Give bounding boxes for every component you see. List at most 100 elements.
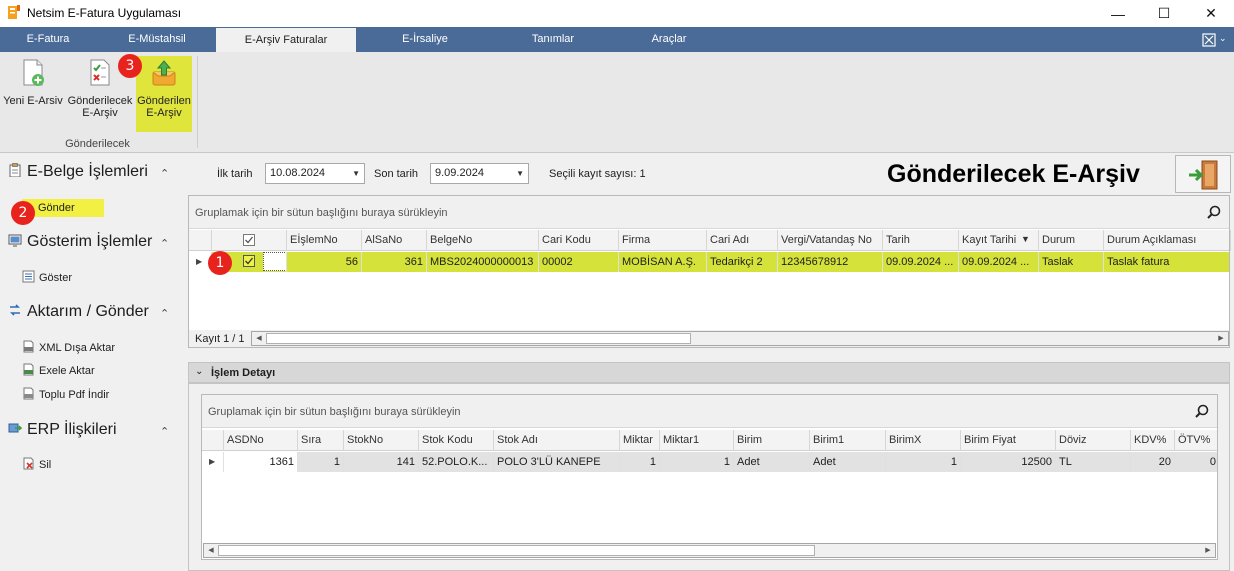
tab-e-arsiv-faturalar[interactable]: E-Arşiv Faturalar xyxy=(216,28,356,52)
column-header[interactable]: Vergi/Vatandaş No xyxy=(778,230,883,251)
group-hint-text: Gruplamak için bir sütun başlığını buray… xyxy=(208,406,461,418)
section-erp-iliskileri[interactable]: ERP İlişkileri xyxy=(8,421,117,439)
step-badge-3: 3 xyxy=(118,54,142,78)
grid-footer: Kayıt 1 / 1 ◀ ▶ xyxy=(189,330,1229,347)
gonderilen-e-arsiv-button[interactable]: Gönderilen E-Arşiv xyxy=(136,56,192,132)
end-date-field[interactable]: 9.09.2024 ▼ xyxy=(430,163,529,184)
dropdown-arrow-icon[interactable]: ▼ xyxy=(352,164,360,183)
exit-button[interactable] xyxy=(1175,155,1231,193)
column-header[interactable]: Cari Adı xyxy=(707,230,778,251)
horizontal-scrollbar[interactable]: ◀ ▶ xyxy=(251,331,1229,346)
column-header[interactable]: Birim xyxy=(734,430,810,451)
search-icon[interactable] xyxy=(1195,404,1209,418)
collapse-icon[interactable]: ⌃ xyxy=(160,167,169,180)
section-gosterim-islemler[interactable]: Gösterim İşlemler xyxy=(8,233,152,251)
section-e-belge-islemleri[interactable]: E-Belge İşlemleri xyxy=(8,163,148,181)
chevron-down-icon[interactable]: ⌄ xyxy=(1219,33,1227,44)
dropdown-arrow-icon[interactable]: ▼ xyxy=(516,164,524,183)
column-header[interactable]: Sıra xyxy=(298,430,344,451)
column-header[interactable]: Durum xyxy=(1039,230,1104,251)
column-header[interactable]: Birim1 xyxy=(810,430,886,451)
tab-araclar[interactable]: Araçlar xyxy=(614,27,724,52)
collapse-icon[interactable]: ⌃ xyxy=(160,237,169,250)
yeni-e-arsiv-button[interactable]: Yeni E-Arsiv xyxy=(2,56,64,112)
close-button[interactable]: ✕ xyxy=(1188,0,1234,27)
column-header[interactable]: KDV% xyxy=(1131,430,1175,451)
cell-doviz: TL xyxy=(1056,452,1131,472)
column-header[interactable]: BirimX xyxy=(886,430,961,451)
horizontal-scrollbar[interactable]: ◀ ▶ xyxy=(203,543,1216,558)
cell-firma: MOBİSAN A.Ş. xyxy=(619,252,707,272)
display-icon xyxy=(8,234,22,247)
ribbon-options-icon[interactable] xyxy=(1202,33,1216,47)
column-header[interactable]: StokNo xyxy=(344,430,419,451)
group-hint-text: Gruplamak için bir sütun başlığını buray… xyxy=(195,207,448,219)
collapse-detail-icon[interactable]: ⌄ xyxy=(195,366,203,377)
sidebar-item-label: Exele Aktar xyxy=(39,365,95,377)
sidebar-item-label: Toplu Pdf İndir xyxy=(39,389,110,401)
column-header[interactable]: Miktar1 xyxy=(660,430,734,451)
sidebar-item-toplu-pdf-indir[interactable]: Toplu Pdf İndir xyxy=(22,386,109,404)
column-header[interactable]: Stok Kodu xyxy=(419,430,494,451)
scroll-thumb[interactable] xyxy=(218,545,815,556)
select-all-header[interactable] xyxy=(212,230,287,251)
column-header[interactable]: Firma xyxy=(619,230,707,251)
table-row[interactable]: ▶ 56 361 MBS2024000000013 00002 MOBİSAN … xyxy=(189,252,1229,272)
erp-link-icon xyxy=(8,423,22,433)
tab-e-mustahsil[interactable]: E-Müstahsil xyxy=(98,27,216,52)
page-title: Gönderilecek E-Arşiv xyxy=(887,160,1140,188)
step-badge-2: 2 xyxy=(11,201,35,225)
table-row[interactable]: ▶ 1361 1 141 52.POLO.K... POLO 3'LÜ KANE… xyxy=(202,452,1217,472)
collapse-icon[interactable]: ⌃ xyxy=(160,425,169,438)
scroll-left-icon[interactable]: ◀ xyxy=(252,332,266,345)
column-header[interactable]: Tarih xyxy=(883,230,959,251)
section-aktarim-gonder[interactable]: Aktarım / Gönder xyxy=(8,303,149,321)
detail-header[interactable]: ⌄ İşlem Detayı xyxy=(188,362,1230,383)
tab-tanimlar[interactable]: Tanımlar xyxy=(494,27,612,52)
tab-e-fatura[interactable]: E-Fatura xyxy=(0,27,96,52)
sidebar-item-exele-aktar[interactable]: Exele Aktar xyxy=(22,362,95,380)
cell-durum-aciklamasi: Taslak fatura xyxy=(1107,256,1170,268)
column-header[interactable]: EİşlemNo xyxy=(287,230,362,251)
column-header[interactable]: Miktar xyxy=(620,430,660,451)
cell-stokno: 141 xyxy=(344,452,419,472)
group-by-area[interactable]: Gruplamak için bir sütun başlığını buray… xyxy=(189,196,1229,229)
column-header[interactable]: ASDNo xyxy=(224,430,298,451)
sidebar-item-goster[interactable]: Göster xyxy=(22,269,72,287)
scroll-right-icon[interactable]: ▶ xyxy=(1214,332,1228,345)
column-header[interactable]: Birim Fiyat xyxy=(961,430,1056,451)
xml-file-icon xyxy=(23,340,34,353)
tab-e-irsaliye[interactable]: E-İrsaliye xyxy=(360,27,490,52)
column-header[interactable]: AlSaNo xyxy=(362,230,427,251)
column-header[interactable]: ÖTV% xyxy=(1175,430,1219,451)
row-checkbox[interactable] xyxy=(243,255,255,267)
search-icon[interactable] xyxy=(1207,205,1221,219)
collapse-icon[interactable]: ⌃ xyxy=(160,307,169,320)
cell-stok-adi: POLO 3'LÜ KANEPE xyxy=(494,452,620,472)
cell-tarih: 09.09.2024 ... xyxy=(883,252,959,272)
sidebar-item-label: XML Dışa Aktar xyxy=(39,342,116,354)
start-date-label: İlk tarih xyxy=(217,168,253,180)
cell-belgeno: MBS2024000000013 xyxy=(427,252,539,272)
column-header[interactable]: Durum Açıklaması xyxy=(1104,230,1231,251)
check-icon xyxy=(245,257,254,265)
column-header[interactable]: Cari Kodu xyxy=(539,230,619,251)
exit-door-icon xyxy=(1189,160,1218,190)
main-grid: Gruplamak için bir sütun başlığını buray… xyxy=(188,195,1231,348)
sidebar-item-sil[interactable]: Sil xyxy=(22,456,51,474)
select-all-checkbox[interactable] xyxy=(243,234,255,246)
start-date-field[interactable]: 10.08.2024 ▼ xyxy=(265,163,365,184)
group-by-area[interactable]: Gruplamak için bir sütun başlığını buray… xyxy=(202,395,1217,428)
minimize-button[interactable]: — xyxy=(1095,0,1141,27)
title-bar: Netsim E-Fatura Uygulaması — ☐ ✕ xyxy=(0,0,1234,27)
cell-birim1: Adet xyxy=(810,452,886,472)
scroll-right-icon[interactable]: ▶ xyxy=(1201,544,1215,557)
column-header[interactable]: Stok Adı xyxy=(494,430,620,451)
column-header[interactable]: Döviz xyxy=(1056,430,1131,451)
scroll-thumb[interactable] xyxy=(266,333,691,344)
maximize-button[interactable]: ☐ xyxy=(1141,0,1187,27)
column-header[interactable]: BelgeNo xyxy=(427,230,539,251)
scroll-left-icon[interactable]: ◀ xyxy=(204,544,218,557)
sidebar-item-xml-disa-aktar[interactable]: XML Dışa Aktar xyxy=(22,339,115,357)
section-title: E-Belge İşlemleri xyxy=(27,163,148,180)
